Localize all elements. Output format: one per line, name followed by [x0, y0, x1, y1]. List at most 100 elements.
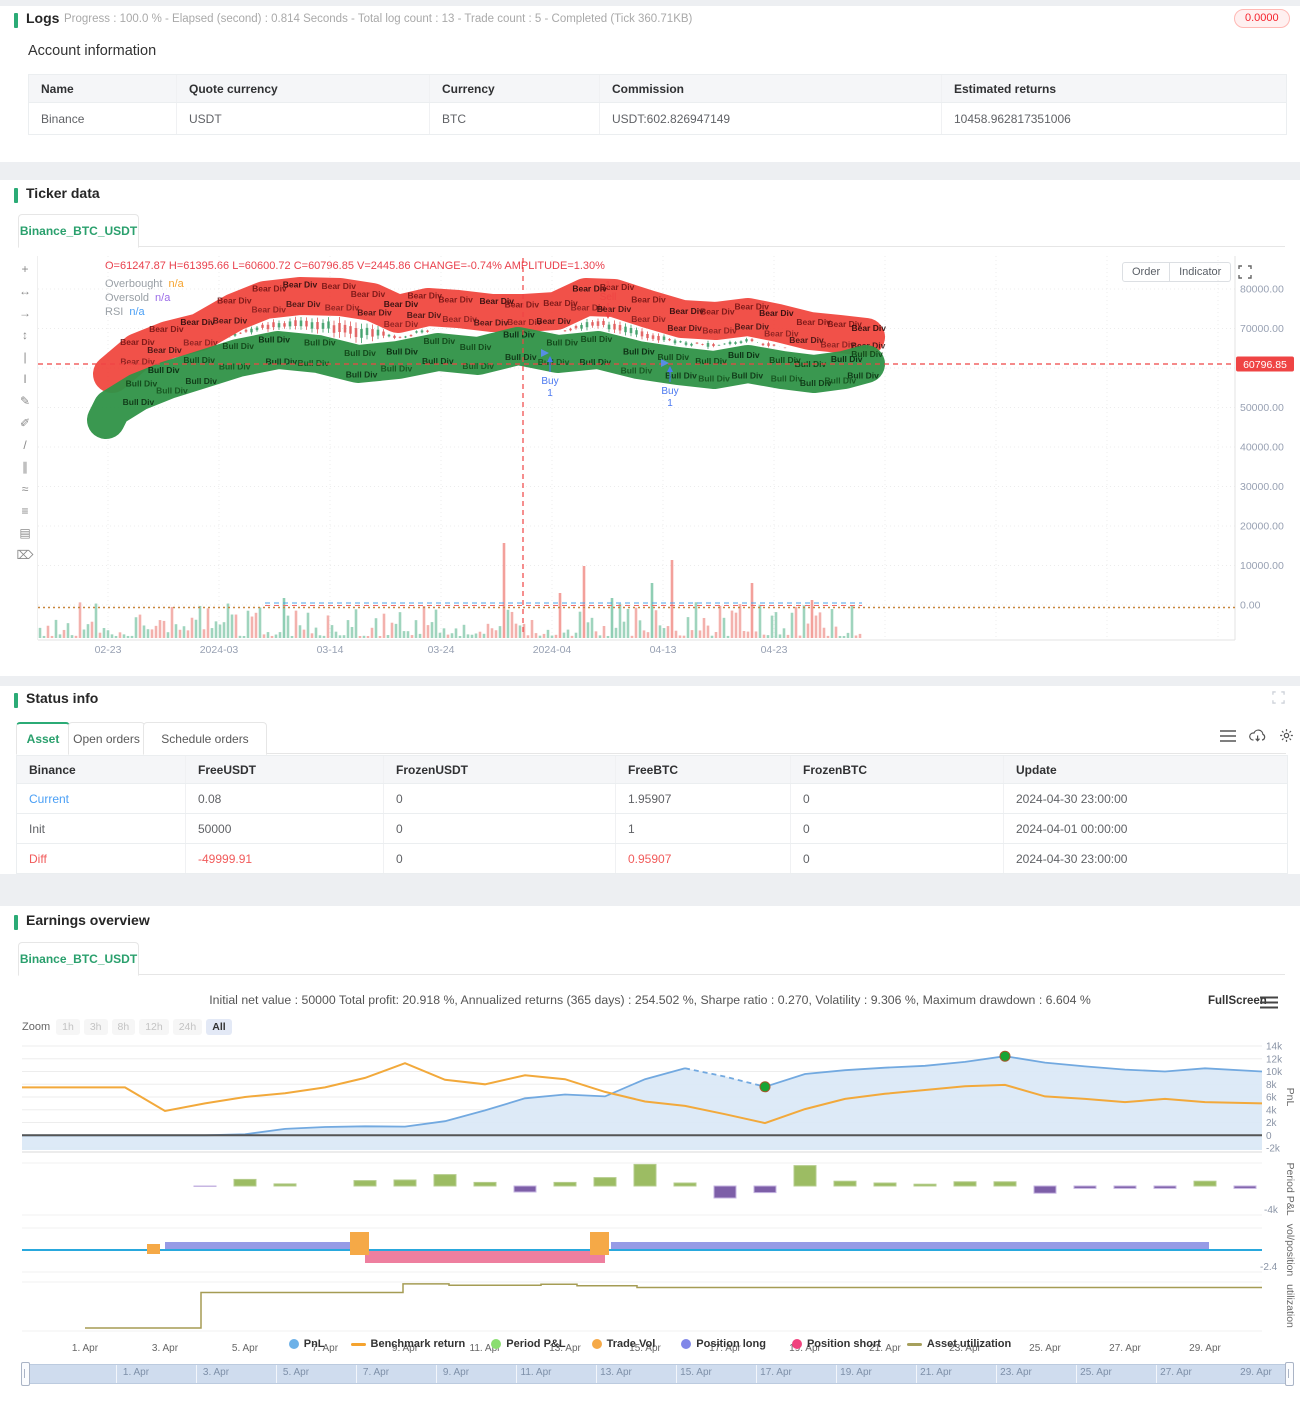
- svg-text:Bear Div: Bear Div: [283, 279, 318, 289]
- menu-icon[interactable]: [1220, 729, 1236, 747]
- zoom-label: Zoom: [22, 1021, 50, 1033]
- svg-text:Bear Div: Bear Div: [442, 314, 477, 324]
- svg-text:Bull Div: Bull Div: [219, 361, 251, 371]
- column-header: Quote currency: [177, 75, 430, 102]
- svg-text:Bear Div: Bear Div: [702, 326, 737, 336]
- gear-icon[interactable]: [1279, 728, 1294, 748]
- svg-text:Bear Div: Bear Div: [669, 306, 704, 316]
- table-cell: 0: [791, 784, 1004, 813]
- svg-text:23. Apr: 23. Apr: [949, 1343, 981, 1354]
- navigator-date-label: 21. Apr: [908, 1367, 964, 1378]
- svg-text:03-24: 03-24: [428, 644, 455, 656]
- axis-titles: PnLPeriod P&Lvol/positionutilization: [1284, 1088, 1296, 1328]
- table-cell: 0: [791, 814, 1004, 843]
- svg-text:8k: 8k: [1266, 1080, 1278, 1091]
- svg-text:Bear Div: Bear Div: [474, 317, 509, 327]
- svg-text:02-23: 02-23: [95, 644, 122, 656]
- svg-text:PnL: PnL: [1284, 1088, 1296, 1107]
- svg-text:Bear Div: Bear Div: [149, 324, 184, 334]
- svg-text:Bull Div: Bull Div: [462, 361, 494, 371]
- zoom-range-all[interactable]: All: [206, 1019, 231, 1035]
- svg-text:Bull Div: Bull Div: [222, 341, 254, 351]
- svg-text:utilization: utilization: [1284, 1284, 1296, 1328]
- navigator-date-label: 9. Apr: [428, 1367, 484, 1378]
- navigator-date-label: 17. Apr: [748, 1367, 804, 1378]
- status-table: BinanceFreeUSDTFrozenUSDTFreeBTCFrozenBT…: [16, 755, 1288, 874]
- svg-text:11. Apr: 11. Apr: [470, 1343, 502, 1354]
- column-header: Estimated returns: [942, 75, 1285, 102]
- earnings-chart-canvas[interactable]: 14k12k10k8k6k4k2k0-2k-4k-2.4PnLPeriod P&…: [0, 1040, 1300, 1362]
- svg-text:Bull Div: Bull Div: [579, 357, 611, 367]
- ticker-title: Ticker data: [26, 185, 100, 201]
- svg-text:19. Apr: 19. Apr: [789, 1343, 821, 1354]
- svg-text:2k: 2k: [1266, 1118, 1278, 1129]
- table-cell: 0: [791, 844, 1004, 873]
- status-title: Status info: [26, 690, 98, 706]
- navigator-date-label: 7. Apr: [348, 1367, 404, 1378]
- table-cell: 50000: [186, 814, 384, 843]
- zoom-controls: Zoom1h3h8h12h24hAll: [22, 1017, 236, 1035]
- datazoom-navigator[interactable]: 1. Apr3. Apr5. Apr7. Apr9. Apr11. Apr13.…: [22, 1364, 1292, 1384]
- svg-text:Bull Div: Bull Div: [148, 365, 180, 375]
- ticker-chart-canvas[interactable]: 80000.0070000.0060000.0050000.0040000.00…: [0, 247, 1300, 667]
- fullscreen-button[interactable]: FullScreen: [1208, 995, 1267, 1007]
- svg-text:Bull Div: Bull Div: [156, 386, 188, 396]
- utilization-panel: [22, 1282, 1262, 1331]
- svg-text:04-13: 04-13: [650, 644, 677, 656]
- svg-text:Sell: Sell: [600, 292, 617, 303]
- volume-bars: [39, 543, 862, 638]
- table-cell: USDT: [177, 103, 430, 134]
- status-tab-asset[interactable]: Asset: [16, 722, 70, 755]
- cloud-download-icon[interactable]: [1249, 729, 1266, 748]
- table-cell: 1: [616, 814, 791, 843]
- navigator-left-handle[interactable]: [21, 1362, 30, 1386]
- svg-text:Bull Div: Bull Div: [546, 337, 578, 347]
- table-cell: USDT:602.826947149: [600, 103, 942, 134]
- svg-text:80000.00: 80000.00: [1240, 284, 1284, 296]
- svg-text:7. Apr: 7. Apr: [312, 1343, 339, 1354]
- status-tab-open-orders[interactable]: Open orders: [68, 722, 145, 755]
- svg-text:Bear Div: Bear Div: [536, 316, 571, 326]
- svg-text:0: 0: [1266, 1131, 1272, 1142]
- section-accent-bar: [14, 693, 18, 708]
- ticker-y-axis-labels: 80000.0070000.0060000.0050000.0040000.00…: [1240, 284, 1284, 612]
- navigator-right-handle[interactable]: [1285, 1362, 1294, 1386]
- svg-text:Bull Div: Bull Div: [851, 349, 883, 359]
- table-cell: 2024-04-30 23:00:00: [1004, 784, 1286, 813]
- row-link[interactable]: Current: [17, 784, 186, 813]
- table-cell: Binance: [29, 103, 177, 134]
- svg-text:Bull Div: Bull Div: [505, 352, 537, 362]
- svg-text:Bull Div: Bull Div: [731, 370, 763, 380]
- svg-text:03-14: 03-14: [317, 644, 344, 656]
- tab-binance-btc-usdt[interactable]: Binance_BTC_USDT: [18, 214, 139, 248]
- column-header: Binance: [17, 756, 186, 783]
- tab-binance-btc-usdt[interactable]: Binance_BTC_USDT: [18, 942, 139, 976]
- earnings-stats: Initial net value : 50000 Total profit: …: [0, 993, 1300, 1007]
- ticker-x-axis-labels: 02-232024-0303-1403-242024-0404-1304-23: [95, 644, 788, 656]
- page: Logs Progress : 100.0 % - Elapsed (secon…: [0, 0, 1300, 1403]
- expand-icon[interactable]: [1272, 691, 1285, 704]
- svg-text:50000.00: 50000.00: [1240, 402, 1284, 414]
- status-card: Status info AssetOpen ordersSchedule ord…: [0, 686, 1300, 874]
- bull-div-cloud: Bull DivBull DivBull DivBull DivBull Div…: [106, 329, 883, 420]
- logs-card: Logs Progress : 100.0 % - Elapsed (secon…: [0, 6, 1300, 162]
- svg-text:30000.00: 30000.00: [1240, 481, 1284, 493]
- svg-text:0.00: 0.00: [1240, 600, 1261, 612]
- pnl-panel: 14k12k10k8k6k4k2k0-2k: [22, 1042, 1283, 1155]
- svg-text:3. Apr: 3. Apr: [152, 1343, 179, 1354]
- navigator-date-label: 3. Apr: [188, 1367, 244, 1378]
- svg-text:1: 1: [605, 280, 611, 291]
- svg-text:Bear Div: Bear Div: [213, 316, 248, 326]
- svg-text:1. Apr: 1. Apr: [72, 1343, 99, 1354]
- logs-title: Logs: [26, 10, 59, 26]
- table-row: Diff-49999.9100.9590702024-04-30 23:00:0…: [17, 844, 1287, 874]
- section-accent-bar: [14, 188, 18, 203]
- svg-text:Bull Div: Bull Div: [581, 334, 613, 344]
- chart-menu-icon[interactable]: [1260, 996, 1278, 1014]
- column-header: Name: [29, 75, 177, 102]
- svg-text:Bull Div: Bull Div: [183, 355, 215, 365]
- table-row: Current0.0801.9590702024-04-30 23:00:00: [17, 784, 1287, 814]
- status-tab-schedule-orders[interactable]: Schedule orders: [143, 722, 267, 755]
- svg-text:Bear Div: Bear Div: [667, 323, 702, 333]
- svg-text:Bull Div: Bull Div: [422, 356, 454, 366]
